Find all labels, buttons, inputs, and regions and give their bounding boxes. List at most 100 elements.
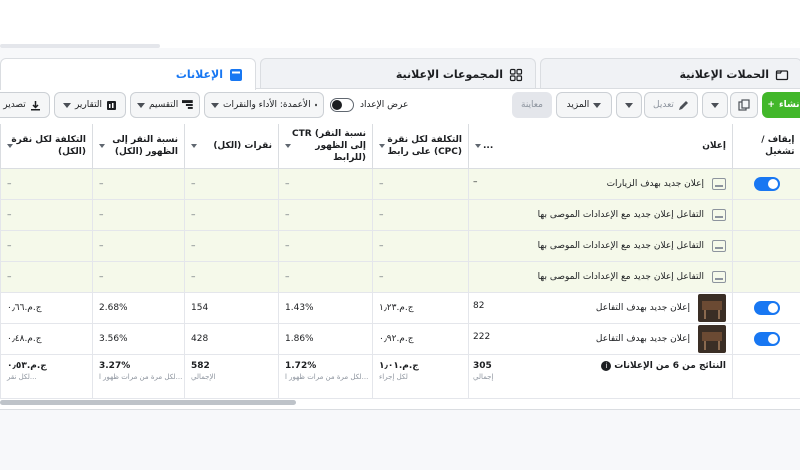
chevron-down-icon xyxy=(625,102,633,108)
total-cost-all: ج.م.٠٫٥٣ لكل نقر... xyxy=(0,354,93,399)
cell-results: 82 xyxy=(473,301,485,311)
cell-ctr: – xyxy=(278,230,373,262)
breakdown-icon xyxy=(182,100,193,109)
ad-name-link[interactable]: التفاعل إعلان جديد مع الإعدادات الموصى ب… xyxy=(538,272,704,282)
table-row[interactable]: – – – – – التفاعل إعلان جديد مع الإعدادات الم… xyxy=(0,261,800,293)
total-ctr-all: 3.27% لكل مرة من مرات ظهور ا... xyxy=(92,354,185,399)
cell-ctr: 1.43% xyxy=(278,292,373,324)
col-clicks[interactable]: نقرات (الكل) xyxy=(184,124,279,169)
cell-ad-name[interactable]: التفاعل إعلان جديد مع الإعدادات الموصى ب… xyxy=(468,199,733,231)
top-strip xyxy=(0,0,800,48)
horizontal-scrollbar[interactable] xyxy=(0,400,296,405)
duplicate-button[interactable] xyxy=(730,92,758,118)
create-button[interactable]: + إنشاء xyxy=(762,92,800,118)
reports-button[interactable]: التقارير xyxy=(54,92,126,118)
reports-icon xyxy=(107,100,117,110)
cell-clicks: – xyxy=(184,168,279,200)
columns-label: الأعمدة: الأداء والنقرات xyxy=(223,100,311,110)
ad-name-wrap: إعلان جديد بهدف التفاعل xyxy=(475,294,726,322)
tab-campaigns[interactable]: الحملات الإعلانية xyxy=(540,58,800,90)
col-ctr-link[interactable]: CTR (نسبة النقر إلى الظهور للرابط) xyxy=(278,124,373,169)
ad-on-off-toggle[interactable] xyxy=(753,301,780,315)
view-setup-label: عرض الإعداد xyxy=(360,100,409,110)
level-tabs: الحملات الإعلانية المجموعات الإعلانية ال… xyxy=(0,58,800,90)
ad-on-off-toggle[interactable] xyxy=(753,177,780,191)
edit-button[interactable]: تعديل xyxy=(644,92,698,118)
cell-ctr-all: 3.56% xyxy=(92,323,185,355)
cell-ad-name[interactable]: التفاعل إعلان جديد مع الإعدادات الموصى ب… xyxy=(468,261,733,293)
cell-cpc: ج.م.١٫٢٣ xyxy=(372,292,469,324)
cell-ad-name[interactable]: 82 إعلان جديد بهدف التفاعل xyxy=(468,292,733,324)
cell-toggle xyxy=(732,168,800,200)
cell-toggle xyxy=(732,199,800,231)
export-button[interactable]: تصدير xyxy=(0,92,50,118)
table-row[interactable]: ج.م.٠٫٦٦ 2.68% 154 1.43% ج.م.١٫٢٣ 82 إعلان جدي… xyxy=(0,292,800,324)
preview-label: معاينة xyxy=(521,100,543,110)
cell-ctr-all: – xyxy=(92,261,185,293)
cell-ad-name[interactable]: التفاعل إعلان جديد مع الإعدادات الموصى ب… xyxy=(468,230,733,262)
col-cost-all[interactable]: التكلفة لكل نقرة (الكل) xyxy=(0,124,93,169)
cell-ad-name[interactable]: – إعلان جديد بهدف الزيارات xyxy=(468,168,733,200)
sort-chevron-icon xyxy=(379,144,385,148)
ad-name-link[interactable]: التفاعل إعلان جديد مع الإعدادات الموصى ب… xyxy=(538,210,704,220)
ad-name-link[interactable]: إعلان جديد بهدف التفاعل xyxy=(596,303,690,313)
tab-ads[interactable]: الإعلانات xyxy=(0,58,256,90)
table-row[interactable]: – – – – – – إعلان جديد بهدف الزيارات xyxy=(0,168,800,200)
chevron-down-icon xyxy=(137,102,145,108)
col-ctr-all[interactable]: نسبة النقر إلى الظهور (الكل) xyxy=(92,124,185,169)
chevron-down-icon xyxy=(62,102,71,108)
preview-button[interactable]: معاينة xyxy=(512,92,552,118)
cell-toggle xyxy=(732,323,800,355)
export-label: تصدير xyxy=(3,100,26,110)
create-label: إنشاء xyxy=(778,100,800,110)
info-icon[interactable]: i xyxy=(601,361,612,371)
total-results: 305 إجمالي xyxy=(473,361,494,381)
view-setup-toggle[interactable]: عرض الإعداد xyxy=(330,98,408,112)
cell-cpc: – xyxy=(372,261,469,293)
cell-toggle xyxy=(732,292,800,324)
cell-results: 222 xyxy=(473,332,491,342)
columns-button[interactable]: الأعمدة: الأداء والنقرات xyxy=(204,92,324,118)
col-toggle[interactable]: إيقاف / تشغيل xyxy=(732,124,800,169)
edit-label: تعديل xyxy=(653,100,674,110)
cell-cost-all: – xyxy=(0,261,93,293)
edit-dropdown[interactable] xyxy=(616,92,642,118)
cell-ctr-all: 2.68% xyxy=(92,292,185,324)
total-clicks: 582 الإجمالي xyxy=(184,354,279,399)
cell-clicks: 428 xyxy=(184,323,279,355)
cell-cost-all: – xyxy=(0,199,93,231)
table-row[interactable]: – – – – – التفاعل إعلان جديد مع الإعدادات الم… xyxy=(0,199,800,231)
draft-ad-icon xyxy=(712,209,726,221)
cell-ctr: – xyxy=(278,261,373,293)
duplicate-dropdown[interactable] xyxy=(702,92,728,118)
cell-cpc: – xyxy=(372,199,469,231)
ads-manager-page: الحملات الإعلانية المجموعات الإعلانية ال… xyxy=(0,0,800,470)
breakdown-button[interactable]: التقسيم xyxy=(130,92,200,118)
sort-chevron-icon xyxy=(7,144,13,148)
cell-ad-name[interactable]: 222 إعلان جديد بهدف التفاعل xyxy=(468,323,733,355)
cell-cpc: – xyxy=(372,168,469,200)
cell-ctr-all: – xyxy=(92,230,185,262)
ad-name-wrap: إعلان جديد بهدف التفاعل xyxy=(475,325,726,353)
view-setup-switch[interactable] xyxy=(330,98,354,112)
ad-name-link[interactable]: التفاعل إعلان جديد مع الإعدادات الموصى ب… xyxy=(538,241,704,251)
tab-ads-label: الإعلانات xyxy=(175,68,223,81)
tab-adsets[interactable]: المجموعات الإعلانية xyxy=(260,58,536,90)
table-row[interactable]: – – – – – التفاعل إعلان جديد مع الإعدادات الم… xyxy=(0,230,800,262)
total-ctr: 1.72% لكل مرة من مرات ظهور ا... xyxy=(278,354,373,399)
columns-icon xyxy=(314,103,317,107)
col-ad-name[interactable]: ... إعلان xyxy=(468,124,733,169)
cell-clicks: – xyxy=(184,230,279,262)
ad-name-link[interactable]: إعلان جديد بهدف الزيارات xyxy=(607,179,704,189)
col-cpc[interactable]: التكلفة لكل نقرة على رابط (CPC) xyxy=(372,124,469,169)
grid-icon xyxy=(509,68,523,81)
table-row[interactable]: ج.م.٠٫٤٨ 3.56% 428 1.86% ج.م.٠٫٩٢ 222 إعلان جد… xyxy=(0,323,800,355)
more-button[interactable]: المزيد xyxy=(556,92,612,118)
sort-chevron-icon xyxy=(191,144,197,148)
folder-icon xyxy=(775,69,789,80)
ad-name-link[interactable]: إعلان جديد بهدف التفاعل xyxy=(596,334,690,344)
download-icon xyxy=(30,100,40,110)
ad-on-off-toggle[interactable] xyxy=(753,332,780,346)
draft-ad-icon xyxy=(712,178,726,190)
cell-cpc: – xyxy=(372,230,469,262)
